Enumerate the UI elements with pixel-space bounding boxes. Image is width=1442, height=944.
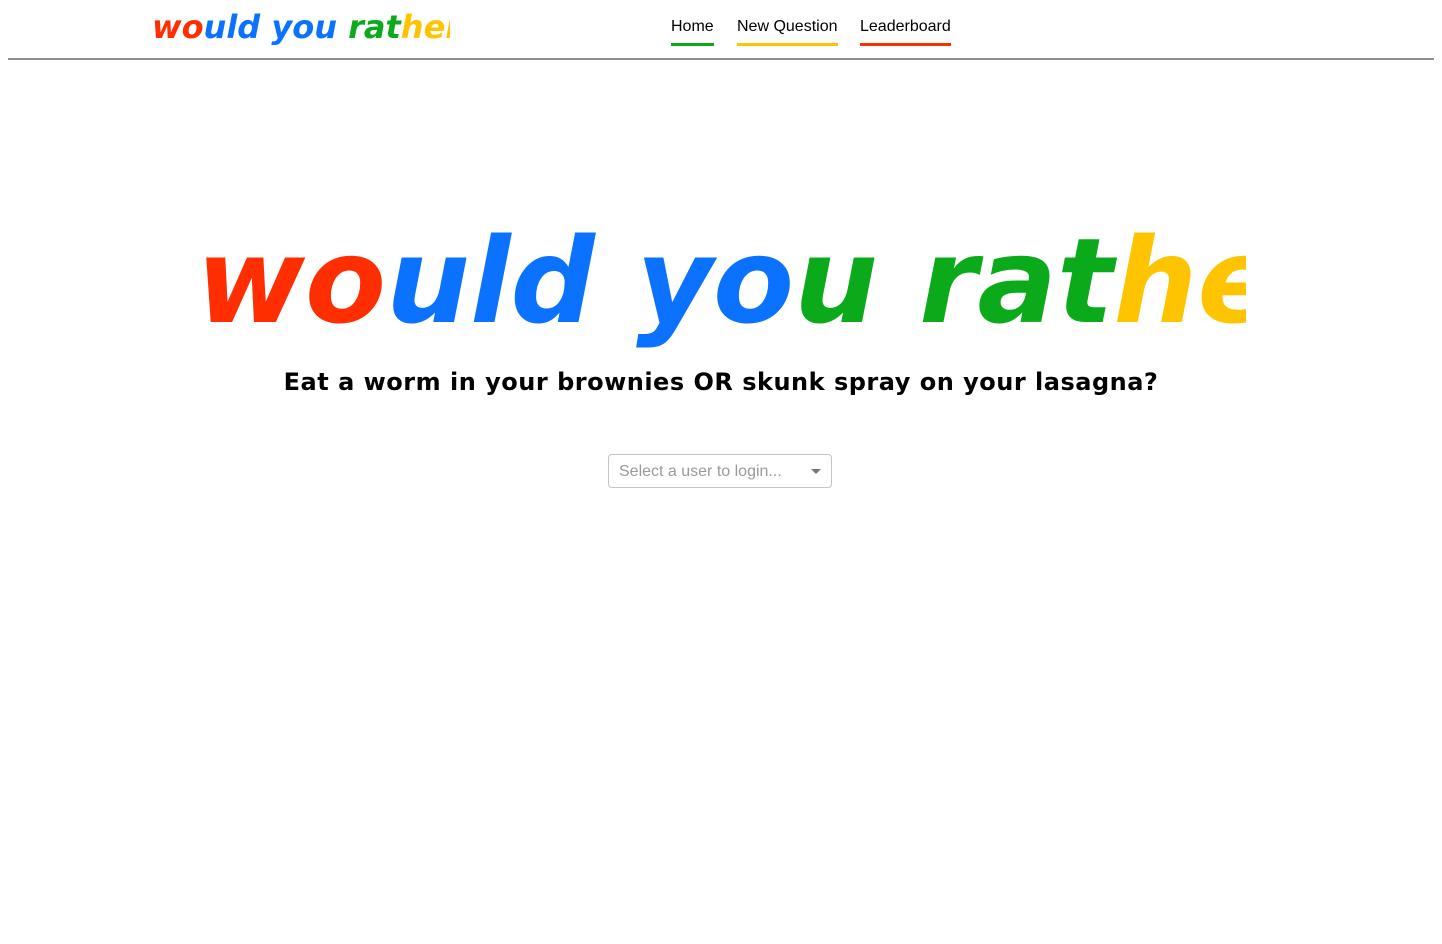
nav-home-underline <box>671 43 714 46</box>
app-header: would you rather? Home New Question Lead… <box>8 0 1434 60</box>
nav-leaderboard-underline <box>860 43 951 46</box>
nav-home-link[interactable]: Home <box>671 18 714 46</box>
chevron-down-icon[interactable] <box>811 469 821 474</box>
nav-leaderboard-label: Leaderboard <box>860 18 951 35</box>
nav-new-question-link[interactable]: New Question <box>737 18 838 46</box>
nav-home-label: Home <box>671 18 714 35</box>
nav-leaderboard-link[interactable]: Leaderboard <box>860 18 951 46</box>
nav-new-question-underline <box>737 43 838 46</box>
question-tagline: Eat a worm in your brownies OR skunk spr… <box>283 368 1159 396</box>
hero-logo: would you rather? <box>196 222 1246 350</box>
user-login-placeholder: Select a user to login... <box>619 463 782 480</box>
hero-logo-text: would you rather? <box>196 222 1246 350</box>
user-login-select[interactable]: Select a user to login... <box>608 454 832 488</box>
main-nav: Home New Question Leaderboard <box>8 18 1434 50</box>
nav-new-question-label: New Question <box>737 18 838 35</box>
